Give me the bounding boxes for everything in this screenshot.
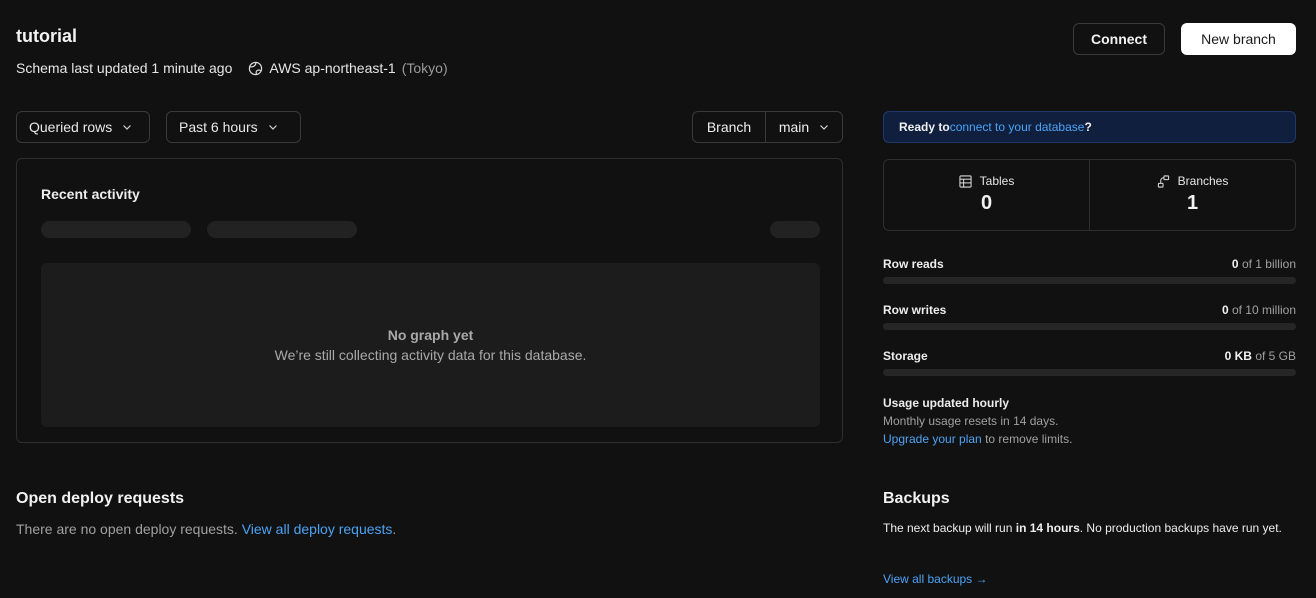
globe-icon (249, 61, 263, 75)
usage-used: 0 (1231, 257, 1239, 271)
deploy-requests-text: There are no open deploy requests. View … (16, 521, 396, 537)
deploy-suffix: . (392, 521, 397, 537)
page-title: tutorial (16, 26, 77, 46)
empty-graph-title: No graph yet (387, 327, 474, 343)
graph-empty-state: No graph yet We’re still collecting acti… (41, 263, 820, 427)
usage-note: Usage updated hourly Monthly usage reset… (883, 394, 1296, 448)
backups-title: Backups (883, 490, 950, 507)
metric-select-value: Queried rows (29, 119, 113, 135)
connect-button[interactable]: Connect (1073, 23, 1165, 55)
backup-schedule: in 14 hours (1015, 521, 1080, 535)
loading-skeleton (41, 221, 191, 238)
table-icon (959, 174, 972, 188)
view-deploy-requests-link[interactable]: View all deploy requests (242, 521, 393, 537)
backup-text-suffix: . No production backups have run yet. (1079, 521, 1282, 535)
usage-progress-bar (883, 369, 1296, 376)
branches-label: Branches (1177, 174, 1229, 188)
region-city: (Tokyo) (401, 60, 448, 76)
region-name: AWS ap-northeast-1 (269, 60, 396, 76)
banner-prefix: Ready to (899, 120, 950, 134)
connect-banner: Ready to connect to your database ? (883, 111, 1296, 143)
chevron-down-icon (268, 125, 277, 130)
usage-row-writes: Row writes 0 of 10 million (883, 303, 1296, 330)
usage-storage: Storage 0 KB of 5 GB (883, 349, 1296, 376)
metric-select[interactable]: Queried rows (16, 111, 150, 143)
tables-stat[interactable]: Tables 0 (884, 160, 1089, 230)
recent-activity-title: Recent activity (41, 186, 140, 202)
usage-limit: of 5 GB (1255, 349, 1296, 363)
connect-database-link[interactable]: connect to your database (950, 120, 1085, 134)
deploy-empty-text: There are no open deploy requests. (16, 521, 242, 537)
branch-value: main (778, 119, 810, 135)
usage-note-title: Usage updated hourly (883, 396, 1010, 410)
usage-progress-bar (883, 277, 1296, 284)
chevron-down-icon (820, 125, 829, 130)
stats-card: Tables 0 Branches 1 (883, 159, 1296, 231)
banner-suffix: ? (1084, 120, 1092, 134)
new-branch-button[interactable]: New branch (1181, 23, 1296, 55)
usage-name: Row writes (883, 303, 947, 317)
usage-used: 0 KB (1224, 349, 1252, 363)
time-range-value: Past 6 hours (179, 119, 258, 135)
usage-row-reads: Row reads 0 of 1 billion (883, 257, 1296, 284)
usage-limit: of 10 million (1231, 303, 1296, 317)
branches-count: 1 (1186, 192, 1199, 214)
usage-used: 0 (1221, 303, 1229, 317)
schema-updated-text: Schema last updated 1 minute ago (16, 60, 233, 76)
upgrade-suffix: to remove limits. (981, 432, 1073, 446)
branch-label: Branch (693, 112, 766, 142)
usage-name: Storage (883, 349, 928, 363)
loading-skeleton (207, 221, 357, 238)
empty-graph-text: We’re still collecting activity data for… (274, 347, 587, 363)
upgrade-plan-link[interactable]: Upgrade your plan (883, 432, 982, 446)
branch-icon (1157, 174, 1169, 188)
branches-stat[interactable]: Branches 1 (1089, 160, 1295, 230)
branch-select[interactable]: Branch main (692, 111, 843, 143)
region-info: AWS ap-northeast-1 (Tokyo) (248, 60, 448, 76)
time-range-select[interactable]: Past 6 hours (166, 111, 301, 143)
backups-text: The next backup will run in 14 hours. No… (883, 519, 1296, 537)
branch-dropdown[interactable]: main (766, 112, 842, 142)
usage-progress-bar (883, 323, 1296, 330)
database-meta: Schema last updated 1 minute ago AWS ap-… (16, 60, 448, 76)
recent-activity-card: Recent activity No graph yet We’re still… (16, 158, 843, 443)
chevron-down-icon (123, 125, 132, 130)
deploy-requests-title: Open deploy requests (16, 490, 185, 507)
backup-text-prefix: The next backup will run (883, 521, 1016, 535)
tables-count: 0 (980, 192, 993, 214)
view-backups-link[interactable]: View all backups → (883, 572, 988, 586)
usage-reset-text: Monthly usage resets in 14 days. (883, 414, 1059, 428)
tables-label: Tables (979, 174, 1015, 188)
usage-limit: of 1 billion (1241, 257, 1296, 271)
loading-skeleton (770, 221, 820, 238)
usage-name: Row reads (883, 257, 944, 271)
